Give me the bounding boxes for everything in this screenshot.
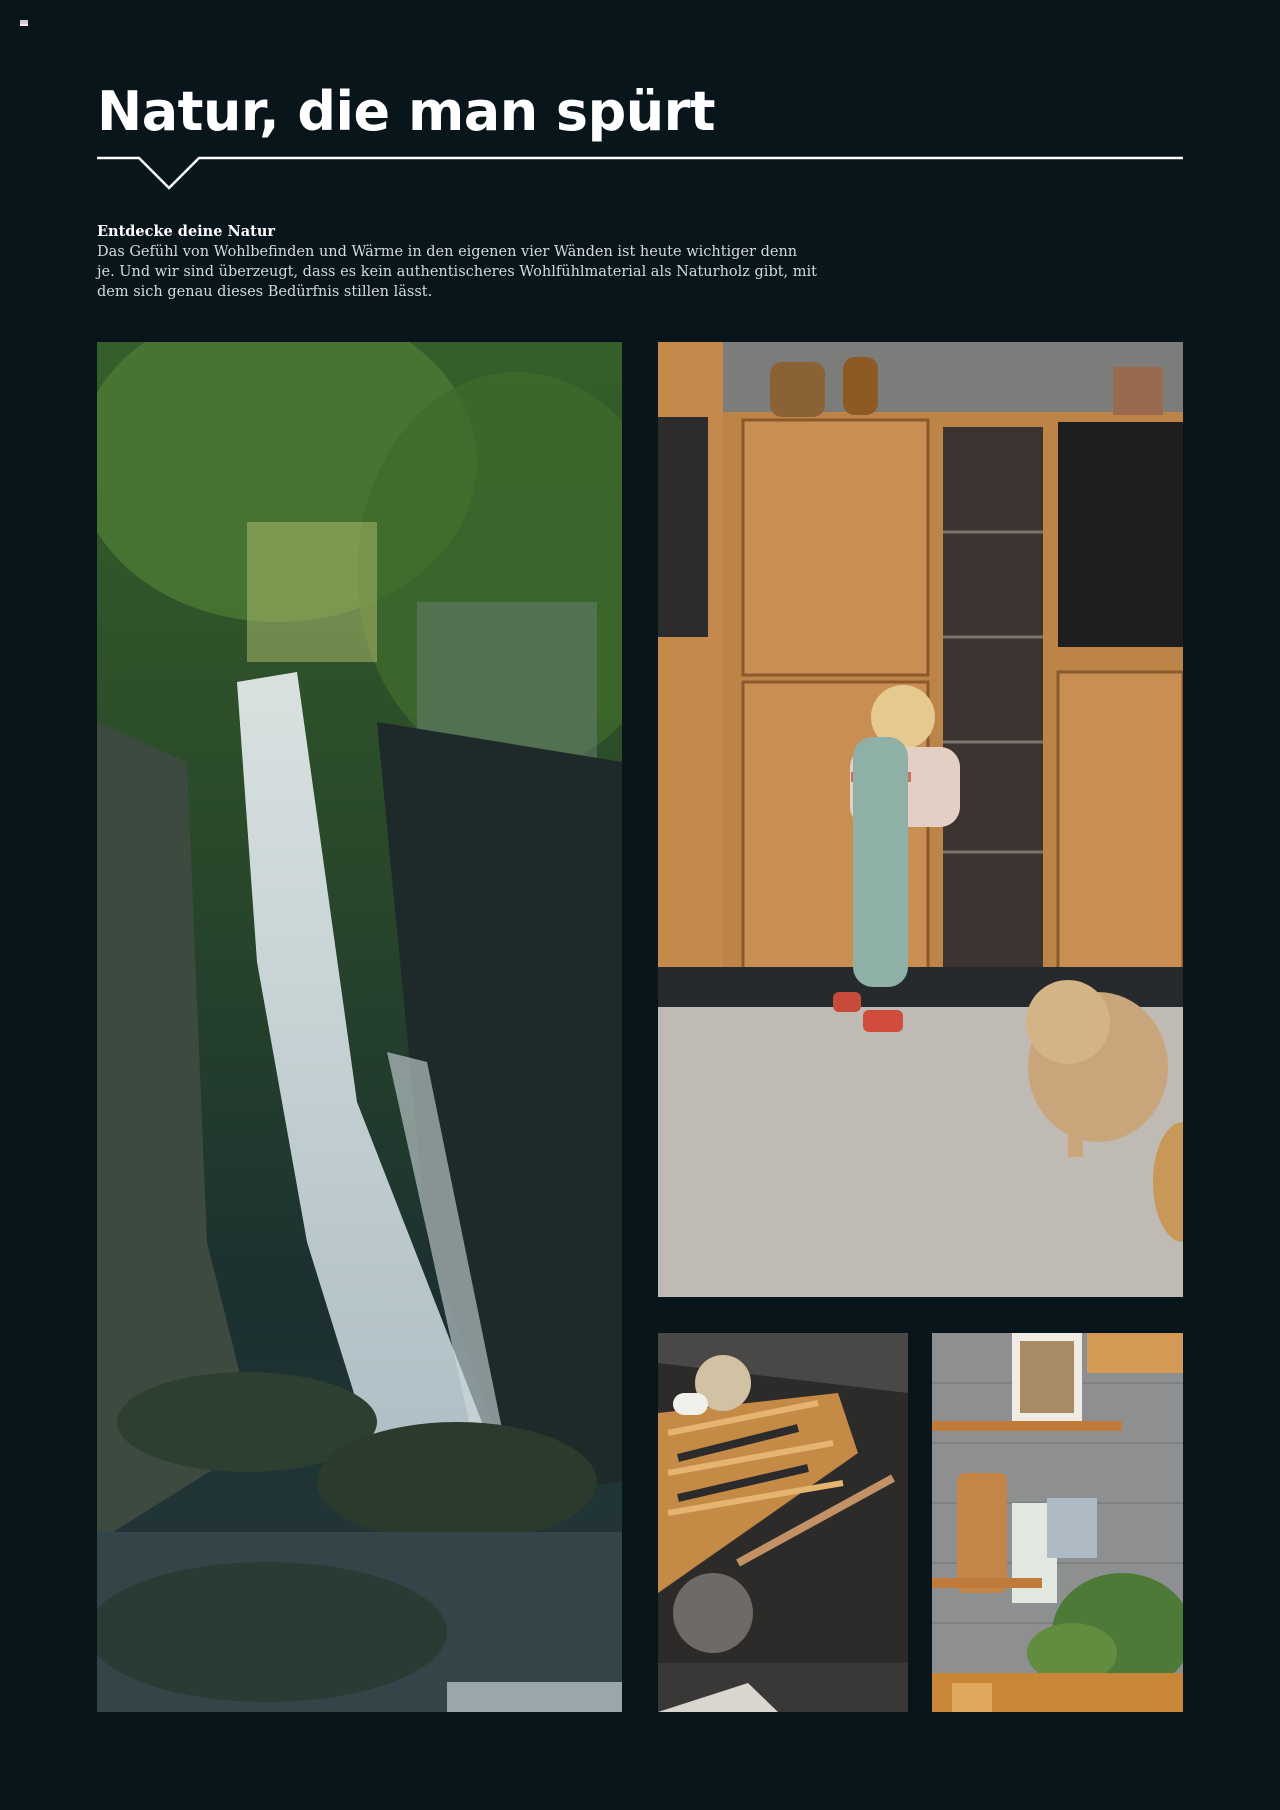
page-title: Natur, die man spürt xyxy=(97,80,716,143)
shelf-image-icon xyxy=(932,1333,1183,1712)
language-flag-icon[interactable] xyxy=(20,20,28,26)
wall-shelf-photo xyxy=(932,1333,1183,1712)
intro-heading: Entdecke deine Natur xyxy=(97,223,276,240)
intro-text-block: Entdecke deine Natur Das Gefühl von Wohl… xyxy=(97,222,817,302)
waterfall-photo xyxy=(97,342,622,1712)
kitchen-image-icon xyxy=(658,342,1183,1297)
intro-paragraph: Das Gefühl von Wohlbefinden und Wärme in… xyxy=(97,244,817,300)
drawer-image-icon xyxy=(658,1333,908,1712)
kitchen-child-dog-photo xyxy=(658,342,1183,1297)
title-divider xyxy=(97,156,1183,190)
drawer-knives-photo xyxy=(658,1333,908,1712)
waterfall-image-icon xyxy=(97,342,622,1712)
